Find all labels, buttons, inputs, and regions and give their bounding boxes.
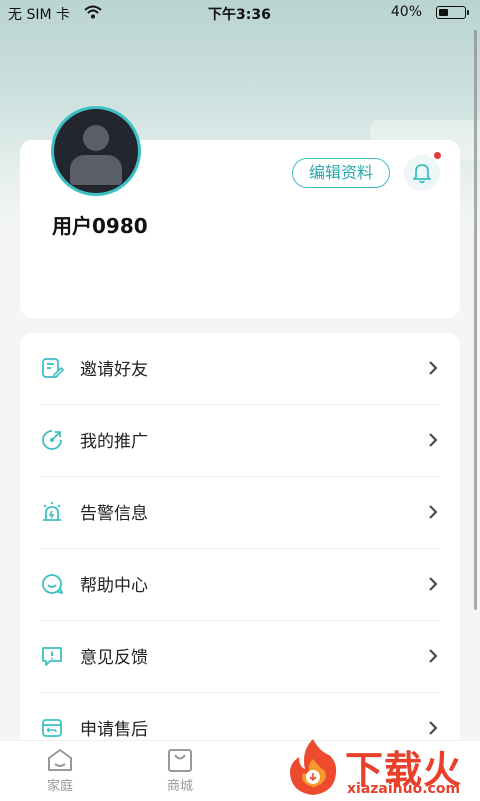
shop-icon (168, 749, 192, 772)
after-sales-icon (42, 719, 62, 737)
menu-item-label: 邀请好友 (80, 360, 148, 380)
wifi-icon (84, 5, 102, 19)
tab-home[interactable]: 家庭 (30, 747, 90, 794)
menu-item-help-center[interactable]: 帮助中心 (40, 549, 440, 621)
chevron-right-icon (429, 505, 438, 519)
battery-percent: 40% (390, 4, 422, 20)
bell-icon (413, 164, 431, 184)
scrollbar[interactable] (474, 30, 477, 610)
clock: 下午3:36 (208, 7, 271, 23)
tab-shop[interactable]: 商城 (150, 747, 210, 794)
battery-icon (436, 6, 469, 19)
watermark: 下载火 xiazaihuo.com (285, 735, 480, 800)
menu-item-my-promotion[interactable]: 我的推广 (40, 405, 440, 477)
menu-item-alarm-info[interactable]: 告警信息 (40, 477, 440, 549)
chevron-right-icon (429, 649, 438, 663)
invite-icon (42, 358, 64, 378)
avatar[interactable] (51, 106, 141, 196)
flame-logo-icon (290, 739, 337, 795)
notification-button[interactable] (404, 155, 440, 191)
menu-item-label: 告警信息 (80, 504, 148, 524)
watermark-subtitle: xiazaihuo.com (347, 781, 461, 797)
tab-label: 家庭 (46, 779, 73, 794)
menu-item-label: 帮助中心 (80, 576, 148, 596)
menu-item-feedback[interactable]: 意见反馈 (40, 621, 440, 693)
help-icon (42, 574, 63, 594)
chevron-right-icon (429, 433, 438, 447)
menu-item-label: 我的推广 (80, 432, 148, 452)
edit-profile-button[interactable]: 编辑资料 (292, 158, 390, 188)
menu-card: 邀请好友 我的推广 告警信息 帮助中心 意见反馈 申请售后 (20, 333, 460, 763)
home-icon (48, 749, 72, 771)
avatar-body (70, 155, 122, 185)
status-bar: 无 SIM 卡 下午3:36 40% (0, 0, 480, 26)
notification-badge (434, 152, 441, 159)
menu-item-label: 申请售后 (80, 720, 148, 740)
avatar-head (83, 125, 109, 151)
menu-item-label: 意见反馈 (80, 648, 148, 668)
promotion-icon (42, 430, 62, 450)
alarm-icon (43, 502, 61, 521)
chevron-right-icon (429, 721, 438, 735)
menu-item-invite-friends[interactable]: 邀请好友 (40, 333, 440, 405)
tab-label: 商城 (166, 779, 193, 794)
feedback-icon (42, 647, 62, 666)
chevron-right-icon (429, 577, 438, 591)
carrier-text: 无 SIM 卡 (8, 7, 70, 23)
chevron-right-icon (429, 361, 438, 375)
username: 用户0980 (52, 214, 148, 238)
